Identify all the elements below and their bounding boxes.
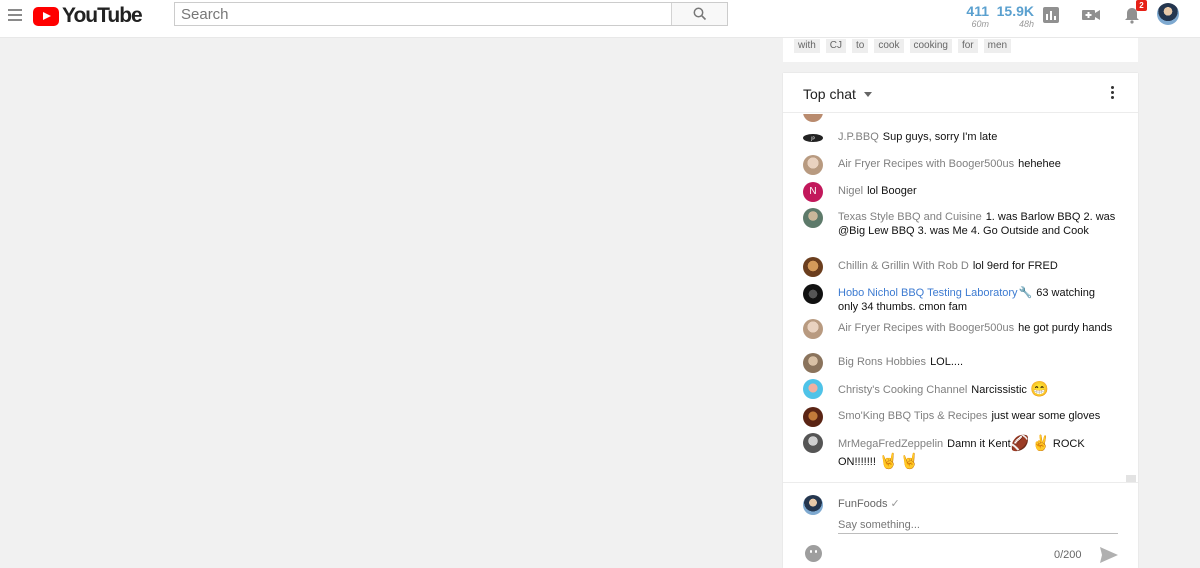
message-text: Sup guys, sorry I'm late — [882, 131, 998, 143]
football-emoji-icon: 🏈 — [1010, 435, 1030, 452]
message-text: he got purdy hands — [1018, 322, 1113, 334]
search-button[interactable] — [671, 3, 727, 25]
chat-title: Top chat — [803, 86, 856, 102]
stat-value: 411 — [966, 3, 989, 19]
chat-input-area: FunFoods✓ 0/200 — [783, 482, 1138, 568]
author-avatar: N — [803, 182, 823, 202]
chat-messages: JP J.P.BBQ Sup guys, sorry I'm late Air F… — [783, 114, 1138, 482]
victory-hand-emoji-icon: ✌ — [1031, 435, 1051, 452]
author-avatar — [803, 155, 823, 175]
author-avatar: JP — [803, 128, 823, 148]
author-avatar — [803, 114, 823, 122]
user-avatar[interactable] — [1157, 3, 1179, 25]
current-user-name: FunFoods ✓ — [838, 497, 900, 510]
verified-check-icon: ✓ — [890, 498, 900, 510]
author-name[interactable]: J.P.BBQ — [838, 131, 879, 143]
message-text: LOL.... — [930, 356, 964, 368]
tag[interactable]: for — [957, 39, 978, 53]
youtube-logo[interactable]: YouTube — [33, 4, 143, 27]
stat-views-60m[interactable]: 411 60m — [955, 3, 989, 29]
search-bar — [174, 2, 728, 26]
author-name[interactable]: Hobo Nichol BBQ Testing Laboratory — [838, 287, 1018, 299]
chat-mode-dropdown[interactable]: Top chat — [803, 86, 872, 102]
live-chat-panel: Top chat JP J.P.BBQ Sup guys, sorry I'm l… — [783, 73, 1138, 568]
character-counter: 0/200 — [1054, 549, 1082, 561]
send-icon[interactable] — [1099, 546, 1119, 564]
author-avatar — [803, 433, 823, 453]
svg-text:JP: JP — [810, 136, 815, 141]
logo-text: YouTube — [62, 4, 143, 27]
chat-scrollbar[interactable] — [1126, 475, 1136, 482]
message-text: just wear some gloves — [991, 410, 1101, 422]
author-name[interactable]: Smo'King BBQ Tips & Recipes — [838, 410, 987, 422]
author-avatar — [803, 379, 823, 399]
message-text: lol Booger — [867, 185, 917, 197]
stat-period: 48h — [1018, 19, 1034, 29]
rock-on-hand-emoji-icon: 🤘 — [900, 453, 919, 470]
author-avatar — [803, 284, 823, 304]
author-avatar — [803, 257, 823, 277]
tag[interactable]: CJ — [825, 39, 847, 53]
rock-on-hand-emoji-icon: 🤘 — [878, 453, 898, 470]
analytics-icon[interactable] — [1042, 6, 1060, 24]
emoji-picker-icon[interactable] — [805, 545, 822, 562]
message-text: Narcissistic — [971, 383, 1027, 396]
video-tags: with CJ to cook cooking for men — [783, 38, 1138, 62]
user-avatar — [803, 495, 823, 515]
notification-badge: 2 — [1136, 0, 1147, 11]
author-name[interactable]: MrMegaFredZeppelin — [838, 438, 943, 450]
message-text: hehehee — [1018, 158, 1061, 170]
author-name[interactable]: Christy's Cooking Channel — [838, 384, 967, 396]
tag[interactable]: men — [983, 39, 1012, 53]
message-text: lol 9erd for FRED — [972, 260, 1058, 272]
current-user-label: FunFoods — [838, 498, 888, 510]
youtube-play-icon — [33, 6, 59, 26]
chat-header: Top chat — [783, 73, 1138, 113]
tag[interactable]: cook — [874, 39, 904, 53]
author-name[interactable]: Nigel — [838, 185, 863, 197]
tag[interactable]: cooking — [909, 39, 952, 53]
author-avatar — [803, 208, 823, 228]
author-name[interactable]: Air Fryer Recipes with Booger500us — [838, 322, 1014, 334]
message-text: Damn it Kent — [947, 437, 1011, 450]
author-avatar — [803, 407, 823, 427]
upload-video-icon[interactable] — [1081, 6, 1101, 24]
grinning-emoji-icon: 😁 — [1029, 381, 1049, 398]
chat-message-input[interactable] — [838, 516, 1118, 534]
author-name[interactable]: Texas Style BBQ and Cuisine — [838, 211, 982, 223]
author-avatar — [803, 319, 823, 339]
masthead: YouTube 411 60m 15.9K 48h 2 — [0, 0, 1200, 38]
author-avatar — [803, 353, 823, 373]
author-name[interactable]: Chillin & Grillin With Rob D — [838, 260, 969, 272]
stat-value: 15.9K — [996, 3, 1034, 19]
menu-icon[interactable] — [8, 9, 22, 21]
wrench-icon: 🔧 — [1018, 287, 1033, 299]
tag[interactable]: with — [794, 39, 820, 53]
jpbbq-logo-icon: JP — [803, 134, 823, 142]
more-options-icon[interactable] — [1111, 86, 1115, 101]
dropdown-caret-icon — [863, 91, 872, 97]
tag[interactable]: to — [852, 39, 869, 53]
stat-period: 60m — [971, 19, 989, 29]
author-name[interactable]: Big Rons Hobbies — [838, 356, 926, 368]
search-input[interactable] — [175, 3, 671, 25]
stat-views-48h[interactable]: 15.9K 48h — [994, 3, 1034, 29]
author-name[interactable]: Air Fryer Recipes with Booger500us — [838, 158, 1014, 170]
search-icon — [693, 7, 706, 21]
